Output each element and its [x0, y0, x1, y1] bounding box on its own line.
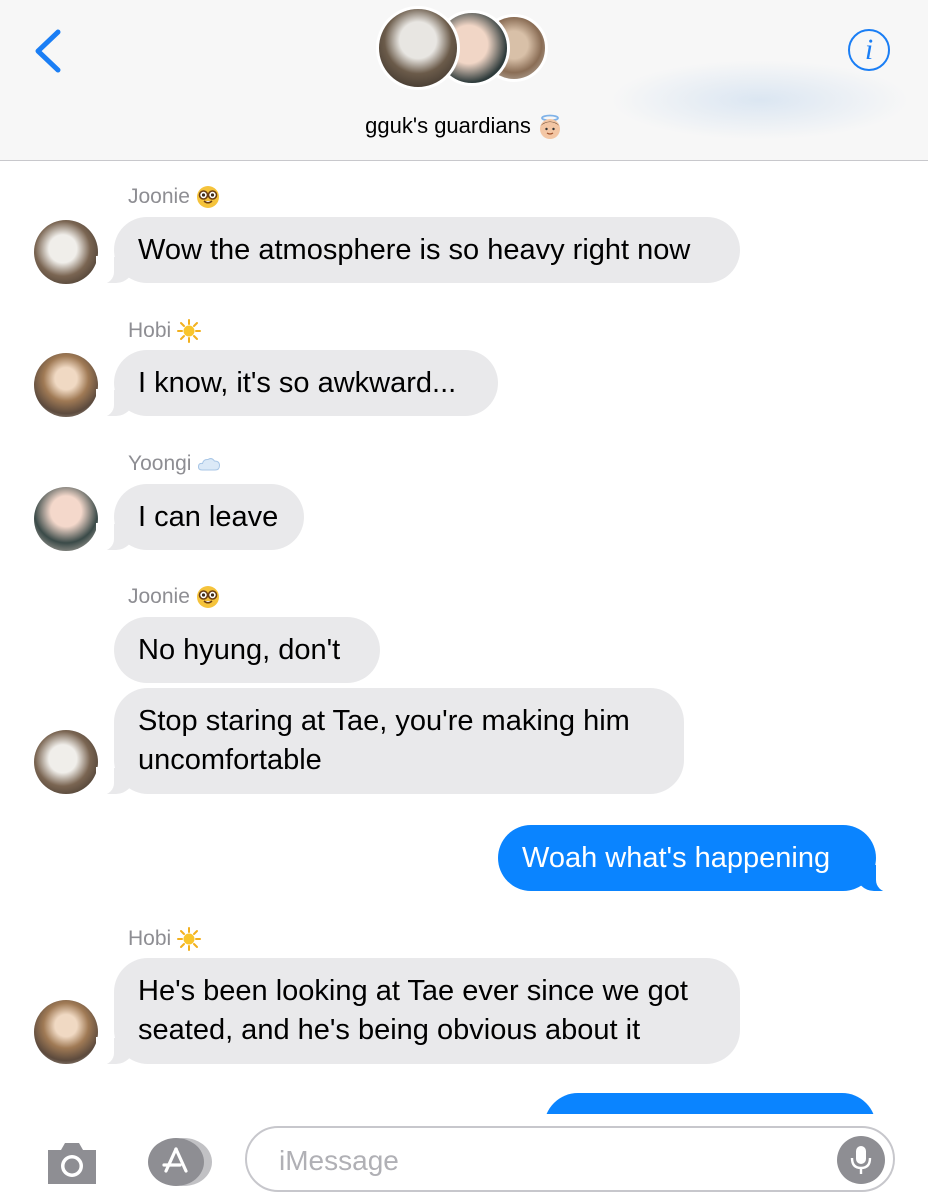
- nerd-face-emoji-icon: [196, 186, 219, 208]
- message-bubble[interactable]: Wow the atmosphere is so heavy right now: [96, 217, 740, 284]
- microphone-icon: [850, 1146, 872, 1174]
- message-text: No hyung, don't: [138, 633, 341, 666]
- avatar[interactable]: [34, 730, 98, 794]
- camera-icon: [48, 1143, 96, 1184]
- message-bubble[interactable]: Stop staring at Tae, you're making him u…: [96, 688, 684, 795]
- sender-label: Hobi: [128, 319, 172, 342]
- message-field[interactable]: [277, 1140, 821, 1182]
- chevron-left-icon: [35, 29, 61, 73]
- message-bubble[interactable]: No hyung, don't: [114, 617, 380, 683]
- message-text: Wow the atmosphere is so heavy right now: [138, 233, 691, 266]
- avatar[interactable]: [34, 353, 98, 417]
- angel-face-emoji-icon: [539, 114, 560, 140]
- outgoing-message-bubble[interactable]: Woah what's happening: [498, 825, 894, 892]
- message-bubble[interactable]: I know, it's so awkward...: [96, 350, 498, 417]
- microphone-button[interactable]: [837, 1136, 885, 1184]
- sun-emoji-icon: [177, 927, 202, 951]
- camera-button[interactable]: [44, 1138, 100, 1186]
- avatar[interactable]: [34, 487, 98, 551]
- message-text: uncomfortable: [138, 744, 322, 776]
- nerd-face-emoji-icon: [196, 586, 219, 608]
- sender-label: Yoongi: [128, 452, 192, 475]
- message-bubble[interactable]: He's been looking at Tae ever since we g…: [96, 958, 740, 1065]
- sender-name: Yoongi: [128, 452, 221, 476]
- app-store-icon: [148, 1138, 212, 1186]
- message-text: Woah what's happening: [522, 841, 831, 874]
- sender-label: Hobi: [128, 927, 172, 950]
- message-input[interactable]: [245, 1126, 895, 1192]
- conversation-header: gguk's guardians i: [0, 0, 928, 161]
- sender-label: Joonie: [128, 185, 190, 208]
- message-bubble[interactable]: I can leave: [96, 484, 304, 551]
- info-button[interactable]: i: [848, 29, 890, 71]
- info-icon: i: [864, 33, 874, 66]
- sender-name: Hobi: [128, 927, 202, 951]
- message-text: He's been looking at Tae ever since we g…: [138, 975, 688, 1007]
- app-store-button[interactable]: [144, 1137, 214, 1187]
- avatar[interactable]: [34, 220, 98, 284]
- sender-name: Joonie: [128, 585, 220, 609]
- message-text: seated, and he's being obvious about it: [138, 1014, 641, 1046]
- cloud-emoji-icon: [198, 458, 221, 471]
- sender-label: Joonie: [128, 585, 190, 608]
- message-text: I know, it's so awkward...: [138, 366, 457, 399]
- message-text: I can leave: [138, 500, 279, 533]
- sender-name: Hobi: [128, 319, 202, 343]
- sun-emoji-icon: [177, 319, 202, 343]
- group-name-label: gguk's guardians: [365, 113, 531, 138]
- sender-name: Joonie: [128, 185, 220, 209]
- avatar: [376, 6, 460, 90]
- group-title[interactable]: gguk's guardians: [0, 113, 928, 140]
- message-text: Stop staring at Tae, you're making him: [138, 705, 630, 737]
- group-avatars[interactable]: [376, 6, 556, 96]
- avatar[interactable]: [34, 1000, 98, 1064]
- back-button[interactable]: [30, 26, 70, 76]
